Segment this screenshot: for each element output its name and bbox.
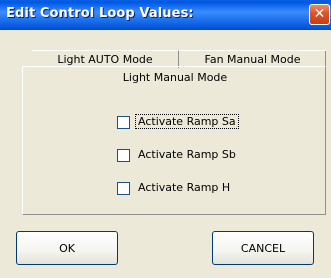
dialog-window: Edit Control Loop Values: ✕ Light AUTO M… (0, 0, 331, 278)
close-icon: ✕ (313, 6, 326, 22)
window-title: Edit Control Loop Values: (6, 6, 194, 21)
activate-ramp-sb-checkbox[interactable] (117, 149, 130, 162)
activate-ramp-sa-label[interactable]: Activate Ramp Sa (135, 114, 239, 129)
ok-button[interactable]: OK (16, 231, 118, 265)
title-bar[interactable]: Edit Control Loop Values: ✕ (0, 0, 331, 30)
close-button[interactable]: ✕ (309, 4, 330, 25)
activate-ramp-sa-checkbox[interactable] (117, 116, 130, 129)
cancel-button[interactable]: CANCEL (212, 231, 314, 265)
tab-panel-light-manual-mode: Light Manual Mode Activate Ramp Sa Activ… (22, 66, 326, 215)
activate-ramp-h-checkbox[interactable] (117, 182, 130, 195)
activate-ramp-h-label[interactable]: Activate Ramp H (136, 181, 232, 194)
activate-ramp-sb-label[interactable]: Activate Ramp Sb (136, 148, 238, 161)
panel-title: Light Manual Mode (122, 71, 228, 84)
